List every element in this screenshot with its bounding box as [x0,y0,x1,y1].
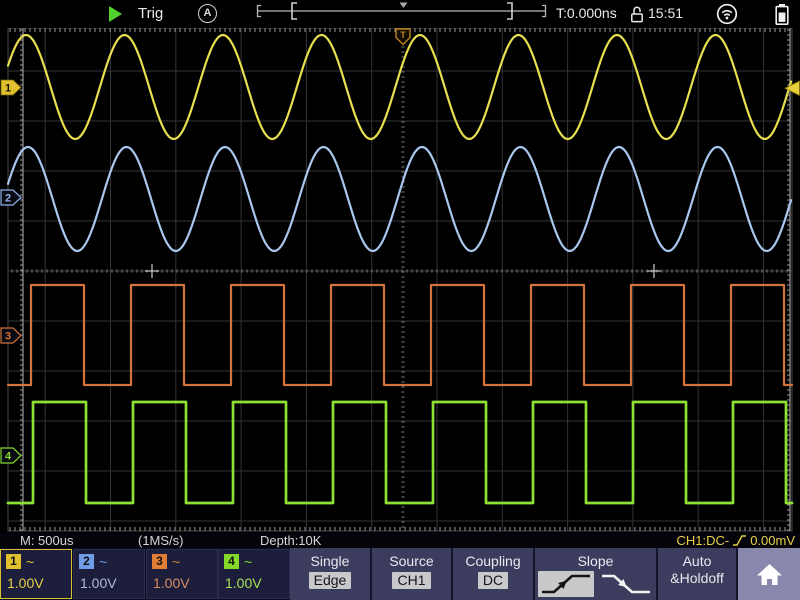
ch3-number-chip: 3 [152,554,167,569]
trigger-flag-label: T [400,30,406,40]
ch2-number-chip: 2 [79,554,94,569]
depth-readout: Depth:10K [260,533,321,548]
trigger-source-label: Source [389,553,433,569]
ch1-marker-label: 1 [5,83,11,95]
trigger-mode-value: Edge [309,572,352,589]
channel-zone: 1 ~ 1.00V 2 ~ 1.00V 3 ~ 1.00V 4 ~ 1.00V [0,548,290,600]
trigger-source-button[interactable]: Source CH1 [372,548,451,600]
graticule [8,28,792,531]
trigger-time-offset: T:0.000ns [556,5,617,21]
trigger-source-coupling: CH1:DC- [676,533,729,548]
ch2-coupling-symbol: ~ [99,555,107,569]
ch1-number-chip: 1 [6,554,21,569]
ch4-marker-label: 4 [5,451,12,463]
run-state-play-icon [109,6,122,22]
slope-button[interactable]: Slope [535,548,656,600]
trigger-readout: CH1:DC- 0.00mV [676,533,795,548]
coupling-value: DC [478,572,508,589]
unlock-icon [630,5,644,23]
ch3-coupling-symbol: ~ [172,555,180,569]
memory-position-bar [250,0,555,26]
top-status-bar: Trig A T:0.000ns 15:51 [0,0,800,28]
ch1-volts-per-div: 1.00V [7,575,71,591]
trigger-level-readout: 0.00mV [750,533,795,548]
ch3-volts-per-div: 1.00V [153,575,217,591]
oscilloscope-screen: Trig A T:0.000ns 15:51 [0,0,800,600]
clock: 15:51 [648,5,683,21]
ch4-coupling-symbol: ~ [244,555,252,569]
falling-edge-icon[interactable] [598,571,654,597]
channel-box-2[interactable]: 2 ~ 1.00V [73,549,145,599]
battery-icon [774,3,790,26]
trig-status-label: Trig [138,5,163,22]
rising-slope-option[interactable] [538,571,594,597]
ch4-volts-per-div: 1.00V [225,575,289,591]
ch1-coupling-symbol: ~ [26,555,34,569]
bottom-menu-bar: 1 ~ 1.00V 2 ~ 1.00V 3 ~ 1.00V 4 ~ 1.00V [0,548,800,600]
coupling-button[interactable]: Coupling DC [453,548,533,600]
wifi-icon [716,3,738,25]
ch4-number-chip: 4 [224,554,239,569]
auto-label: Auto [683,553,712,569]
ch3-marker-label: 3 [5,331,11,343]
slope-label: Slope [578,553,614,569]
holdoff-label: &Holdoff [670,570,723,586]
channel-box-4[interactable]: 4 ~ 1.00V [218,549,290,599]
home-icon [756,563,783,586]
trigger-mode-button[interactable]: Single Edge [290,548,370,600]
trigger-source-value: CH1 [392,572,430,589]
coupling-label: Coupling [465,553,520,569]
channel-box-1[interactable]: 1 ~ 1.00V [0,549,72,599]
rising-edge-glyph-icon [732,534,747,547]
memory-position-marker [400,3,408,9]
waveform-display: 1 2 3 4 T [0,0,800,533]
bottom-status-bar: M: 500us (1MS/s) Depth:10K CH1:DC- 0.00m… [0,533,800,548]
sample-rate-readout: (1MS/s) [138,533,184,548]
softkey-menu: Single Edge Source CH1 Coupling DC Slope [290,548,800,600]
rising-edge-icon [538,571,594,597]
auto-trigger-icon: A [198,4,217,23]
channel-box-3[interactable]: 3 ~ 1.00V [146,549,218,599]
home-button[interactable] [738,548,800,600]
timebase-readout: M: 500us [20,533,73,548]
ch2-volts-per-div: 1.00V [80,575,144,591]
auto-holdoff-button[interactable]: Auto &Holdoff [658,548,736,600]
ch2-marker-label: 2 [5,193,11,205]
trigger-mode-label: Single [311,553,350,569]
